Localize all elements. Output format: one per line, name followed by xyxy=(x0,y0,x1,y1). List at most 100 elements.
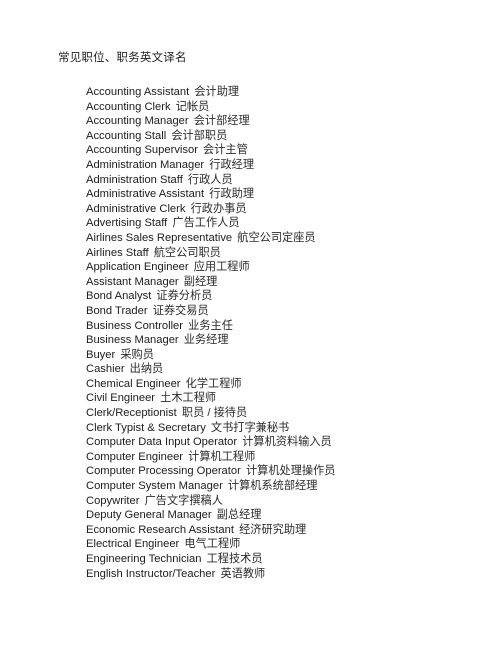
glossary-term-chinese: 工程技术员 xyxy=(206,553,263,565)
glossary-term-chinese: 证券分析员 xyxy=(156,290,213,303)
glossary-term-english: Buyer xyxy=(86,348,116,361)
glossary-term-english: Administration Staff xyxy=(86,173,183,186)
glossary-term-chinese: 计算机工程师 xyxy=(188,450,256,463)
list-item: Airlines Sales Representative 航空公司定座员 xyxy=(86,231,486,246)
glossary-term-english: Accounting Supervisor xyxy=(86,144,198,157)
glossary-term-chinese: 会计部职员 xyxy=(171,129,228,142)
list-item: Assistant Manager 副经理 xyxy=(86,275,486,290)
list-item: Airlines Staff 航空公司职员 xyxy=(86,246,486,261)
list-item: Bond Analyst 证券分析员 xyxy=(86,289,486,304)
glossary-term-english: Assistant Manager xyxy=(86,275,179,288)
glossary-term-english: Clerk Typist & Secretary xyxy=(86,421,206,434)
list-item: Accounting Supervisor 会计主管 xyxy=(86,143,486,158)
list-item: Deputy General Manager 副总经理 xyxy=(86,508,486,523)
glossary-term-chinese: 行政助理 xyxy=(209,188,255,201)
glossary-term-chinese: 化学工程师 xyxy=(185,377,242,390)
glossary-term-chinese: 土木工程师 xyxy=(160,392,217,405)
list-item: Business Manager 业务经理 xyxy=(86,333,486,348)
glossary-term-english: Computer Engineer xyxy=(86,450,184,463)
glossary-term-english: Accounting Assistant xyxy=(86,86,190,98)
glossary-term-chinese: 经济研究助理 xyxy=(239,523,307,536)
glossary-term-chinese: 文书打字兼秘书 xyxy=(210,421,290,434)
glossary-list: Accounting Assistant 会计助理 Accounting Cler… xyxy=(86,85,486,581)
glossary-term-english: English Instructor/Teacher xyxy=(86,567,216,580)
glossary-term-english: Copywriter xyxy=(86,494,140,507)
list-item: Engineering Technician 工程技术员 xyxy=(86,552,486,567)
list-item: Administrative Assistant 行政助理 xyxy=(86,187,486,202)
glossary-term-english: Engineering Technician xyxy=(86,553,202,565)
document-page: 常见职位、职务英文译名 Accounting Assistant 会计助理 Acc… xyxy=(0,0,502,649)
list-item: Administration Staff 行政人员 xyxy=(86,173,486,188)
list-item: Accounting Clerk 记帐员 xyxy=(86,100,486,115)
list-item: Accounting Stall 会计部职员 xyxy=(86,129,486,144)
glossary-term-english: Cashier xyxy=(86,363,125,376)
list-item: Application Engineer 应用工程师 xyxy=(86,260,486,275)
list-item: Clerk Typist & Secretary 文书打字兼秘书 xyxy=(86,421,486,436)
glossary-term-english: Bond Trader xyxy=(86,304,148,317)
glossary-term-english: Deputy General Manager xyxy=(86,509,212,522)
glossary-term-english: Computer System Manager xyxy=(86,480,223,493)
glossary-term-english: Bond Analyst xyxy=(86,290,152,303)
glossary-term-chinese: 广告文字撰稿人 xyxy=(144,494,223,507)
glossary-term-chinese: 会计助理 xyxy=(194,86,240,98)
list-item: Computer Data Input Operator 计算机资料输入员 xyxy=(86,435,486,450)
glossary-term-english: Airlines Staff xyxy=(86,246,149,259)
list-item: Administrative Clerk 行政办事员 xyxy=(86,202,486,217)
glossary-term-chinese: 业务经理 xyxy=(183,334,229,347)
glossary-term-english: Computer Data Input Operator xyxy=(86,436,238,449)
glossary-term-chinese: 业务主任 xyxy=(188,319,233,332)
glossary-term-english: Application Engineer xyxy=(86,261,189,274)
glossary-term-english: Chemical Engineer xyxy=(86,377,181,390)
glossary-term-chinese: 计算机处理操作员 xyxy=(245,465,336,478)
list-item: Electrical Engineer 电气工程师 xyxy=(86,537,486,552)
glossary-term-chinese: 行政办事员 xyxy=(190,202,247,215)
glossary-term-chinese: 采购员 xyxy=(120,348,154,361)
glossary-term-chinese: 计算机资料输入员 xyxy=(242,436,332,449)
glossary-term-english: Administrative Clerk xyxy=(86,202,186,215)
glossary-term-english: Electrical Engineer xyxy=(86,538,180,551)
glossary-term-chinese: 应用工程师 xyxy=(193,261,250,274)
glossary-term-chinese: 记帐员 xyxy=(175,100,210,113)
glossary-term-chinese: 英语教师 xyxy=(220,567,266,580)
glossary-term-chinese: 出纳员 xyxy=(129,363,164,376)
glossary-term-chinese: 副总经理 xyxy=(216,509,262,522)
list-item: Chemical Engineer 化学工程师 xyxy=(86,377,486,392)
list-item: Accounting Assistant 会计助理 xyxy=(86,85,486,100)
glossary-term-chinese: 电气工程师 xyxy=(184,538,241,551)
list-item: Administration Manager 行政经理 xyxy=(86,158,486,173)
list-item: Copywriter 广告文字撰稿人 xyxy=(86,494,486,509)
list-item: Economic Research Assistant 经济研究助理 xyxy=(86,523,486,538)
glossary-term-english: Accounting Manager xyxy=(86,115,189,128)
list-item: Bond Trader 证券交易员 xyxy=(86,304,486,319)
glossary-term-english: Accounting Stall xyxy=(86,129,167,142)
glossary-term-chinese: 会计主管 xyxy=(203,144,248,157)
glossary-term-chinese: 行政经理 xyxy=(209,158,255,171)
list-item: Computer System Manager 计算机系统部经理 xyxy=(86,479,486,494)
glossary-term-english: Advertising Staff xyxy=(86,217,168,230)
list-item: Computer Processing Operator 计算机处理操作员 xyxy=(86,464,486,479)
list-item: Computer Engineer 计算机工程师 xyxy=(86,450,486,465)
list-item: Cashier 出纳员 xyxy=(86,362,486,377)
glossary-term-chinese: 副经理 xyxy=(183,275,218,288)
list-item: Civil Engineer 土木工程师 xyxy=(86,391,486,406)
glossary-term-english: Economic Research Assistant xyxy=(86,523,234,536)
glossary-term-english: Airlines Sales Representative xyxy=(86,231,233,244)
glossary-term-chinese: 航空公司职员 xyxy=(153,246,221,259)
list-item: Accounting Manager 会计部经理 xyxy=(86,114,486,129)
glossary-term-chinese: 证券交易员 xyxy=(152,304,209,317)
glossary-term-chinese: 职员 / 接待员 xyxy=(181,407,248,420)
list-item: Business Controller 业务主任 xyxy=(86,319,486,334)
glossary-term-chinese: 广告工作人员 xyxy=(172,217,240,230)
page-title: 常见职位、职务英文译名 xyxy=(58,52,187,64)
list-item: Advertising Staff 广告工作人员 xyxy=(86,216,486,231)
list-item: Buyer 采购员 xyxy=(86,348,486,363)
glossary-term-chinese: 航空公司定座员 xyxy=(237,231,316,244)
list-item: English Instructor/Teacher 英语教师 xyxy=(86,567,486,582)
glossary-term-chinese: 会计部经理 xyxy=(193,115,250,128)
glossary-term-chinese: 计算机系统部经理 xyxy=(227,480,318,493)
glossary-term-english: Clerk/Receptionist xyxy=(86,407,177,420)
glossary-term-english: Administration Manager xyxy=(86,158,205,171)
glossary-term-english: Civil Engineer xyxy=(86,392,156,405)
glossary-term-english: Computer Processing Operator xyxy=(86,465,241,478)
glossary-term-english: Business Controller xyxy=(86,319,184,332)
